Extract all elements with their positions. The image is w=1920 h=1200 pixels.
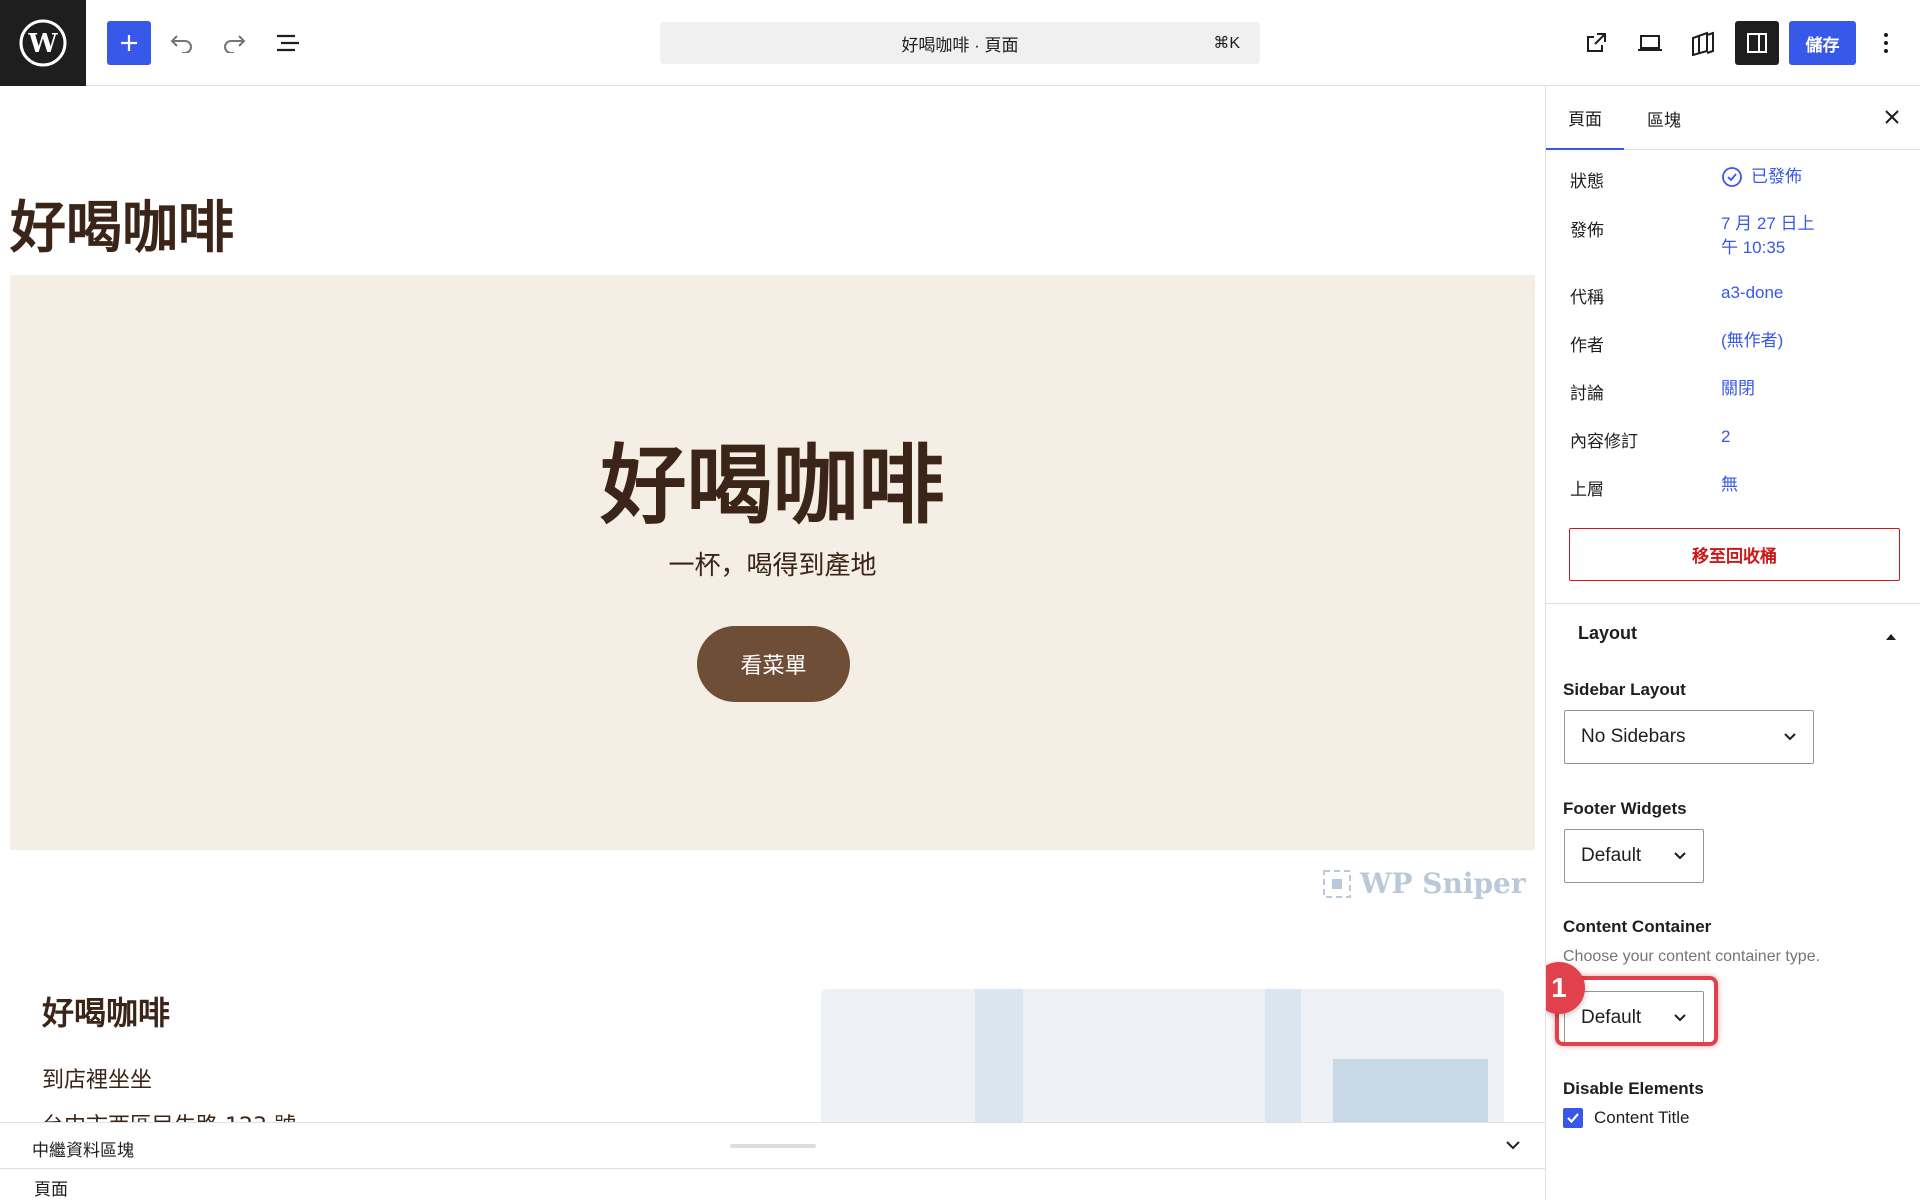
status-value[interactable]: 已發佈 [1721, 165, 1802, 189]
publish-date-line2: 午 10:35 [1721, 238, 1786, 257]
footer-widgets-label: Footer Widgets [1563, 799, 1687, 818]
editor-canvas: 好喝咖啡 好喝咖啡 一杯，喝得到產地 看菜單 WP Sniper 好喝咖啡 到店… [0, 86, 1545, 1122]
prop-label: 代稱 [1570, 288, 1604, 307]
wordpress-logo-icon[interactable]: W [0, 0, 86, 86]
divider [1546, 603, 1920, 604]
sidebar-tabs: 頁面 區塊 [1546, 86, 1920, 150]
tab-page[interactable]: 頁面 [1546, 86, 1624, 150]
slug-value[interactable]: a3-done [1721, 281, 1783, 305]
revisions-value[interactable]: 2 [1721, 425, 1730, 449]
breadcrumb: 頁面 [0, 1168, 1545, 1200]
add-block-button[interactable] [107, 21, 151, 65]
footer-widgets-select[interactable]: Default [1564, 829, 1704, 883]
redo-icon[interactable] [212, 21, 256, 65]
parent-value[interactable]: 無 [1721, 473, 1738, 497]
svg-text:W: W [27, 29, 58, 59]
close-icon[interactable] [1881, 106, 1903, 133]
prop-label: 發佈 [1570, 221, 1604, 240]
section-address[interactable]: 台中市西區民生路 123 號 [42, 1108, 296, 1122]
editor-top-bar: W 好喝咖啡 · 頁面 ⌘K 儲存 [0, 0, 1920, 86]
device-preview-icon[interactable] [1628, 21, 1672, 65]
chevron-down-icon[interactable] [1503, 1135, 1523, 1160]
content-container-label: Content Container [1563, 917, 1712, 936]
disable-elements-label: Disable Elements [1563, 1079, 1704, 1098]
publish-date-value[interactable]: 7 月 27 日上 午 10:35 [1721, 212, 1815, 260]
content-title-checkbox[interactable] [1563, 1108, 1583, 1128]
discussion-value[interactable]: 關閉 [1721, 377, 1755, 401]
document-title: 好喝咖啡 · 頁面 [901, 35, 1019, 55]
publish-date-line1: 7 月 27 日上 [1721, 214, 1815, 233]
settings-sidebar-icon[interactable] [1735, 21, 1779, 65]
placeholder-shape [1265, 989, 1301, 1122]
content-title-label: Content Title [1594, 1108, 1690, 1127]
prop-label: 作者 [1570, 336, 1604, 355]
watermark: WP Sniper [1322, 867, 1526, 900]
status-text: 已發佈 [1751, 167, 1802, 186]
watermark-text: WP Sniper [1360, 867, 1526, 900]
meta-boxes-label: 中繼資料區塊 [32, 1141, 134, 1160]
prop-label: 討論 [1570, 384, 1604, 403]
section-title[interactable]: 好喝咖啡 [42, 988, 170, 1034]
command-palette-bar[interactable]: 好喝咖啡 · 頁面 ⌘K [660, 22, 1260, 64]
watermark-logo-icon [1323, 869, 1351, 898]
more-options-icon[interactable] [1866, 21, 1906, 65]
move-to-trash-button[interactable]: 移至回收桶 [1569, 528, 1900, 581]
placeholder-shape [975, 989, 1023, 1122]
select-value: No Sidebars [1581, 726, 1686, 747]
sidebar-layout-label: Sidebar Layout [1563, 680, 1686, 699]
hero-subtitle[interactable]: 一杯，喝得到產地 [10, 545, 1535, 582]
undo-icon[interactable] [160, 21, 204, 65]
page-title[interactable]: 好喝咖啡 [10, 183, 234, 264]
section-text[interactable]: 到店裡坐坐 [42, 1062, 152, 1094]
shortcut-hint: ⌘K [1213, 35, 1240, 52]
tab-block[interactable]: 區塊 [1624, 86, 1704, 150]
resize-handle[interactable] [730, 1144, 816, 1148]
select-value: Default [1581, 845, 1642, 866]
image-placeholder[interactable] [821, 989, 1504, 1122]
breadcrumb-item[interactable]: 頁面 [34, 1175, 68, 1200]
plugin-styles-icon[interactable] [1681, 21, 1725, 65]
checkmark-icon [1567, 1113, 1579, 1124]
settings-sidebar: 頁面 區塊 狀態 已發佈 發佈 7 月 27 日上 午 10:35 代稱 a3-… [1545, 86, 1920, 1200]
layout-panel-heading[interactable]: Layout [1578, 623, 1637, 644]
hero-cover-block[interactable]: 好喝咖啡 一杯，喝得到產地 看菜單 WP Sniper [10, 275, 1535, 900]
save-button[interactable]: 儲存 [1789, 21, 1856, 65]
caret-up-icon[interactable] [1884, 629, 1898, 647]
meta-boxes-panel[interactable]: 中繼資料區塊 [0, 1122, 1545, 1168]
view-page-external-icon[interactable] [1574, 21, 1618, 65]
sidebar-layout-select[interactable]: No Sidebars [1564, 710, 1814, 764]
chevron-down-icon [1671, 847, 1689, 871]
prop-label: 內容修訂 [1570, 432, 1638, 451]
hero-title[interactable]: 好喝咖啡 [10, 415, 1535, 540]
content-title-option: Content Title [1563, 1108, 1689, 1128]
placeholder-shape [1333, 1059, 1488, 1122]
prop-label: 上層 [1570, 480, 1604, 499]
prop-label: 狀態 [1570, 172, 1604, 191]
document-overview-icon[interactable] [266, 21, 310, 65]
chevron-down-icon [1781, 728, 1799, 752]
view-menu-button[interactable]: 看菜單 [697, 626, 850, 702]
content-container-help: Choose your content container type. [1563, 948, 1821, 965]
author-value[interactable]: (無作者) [1721, 329, 1783, 353]
published-check-icon [1722, 167, 1742, 187]
